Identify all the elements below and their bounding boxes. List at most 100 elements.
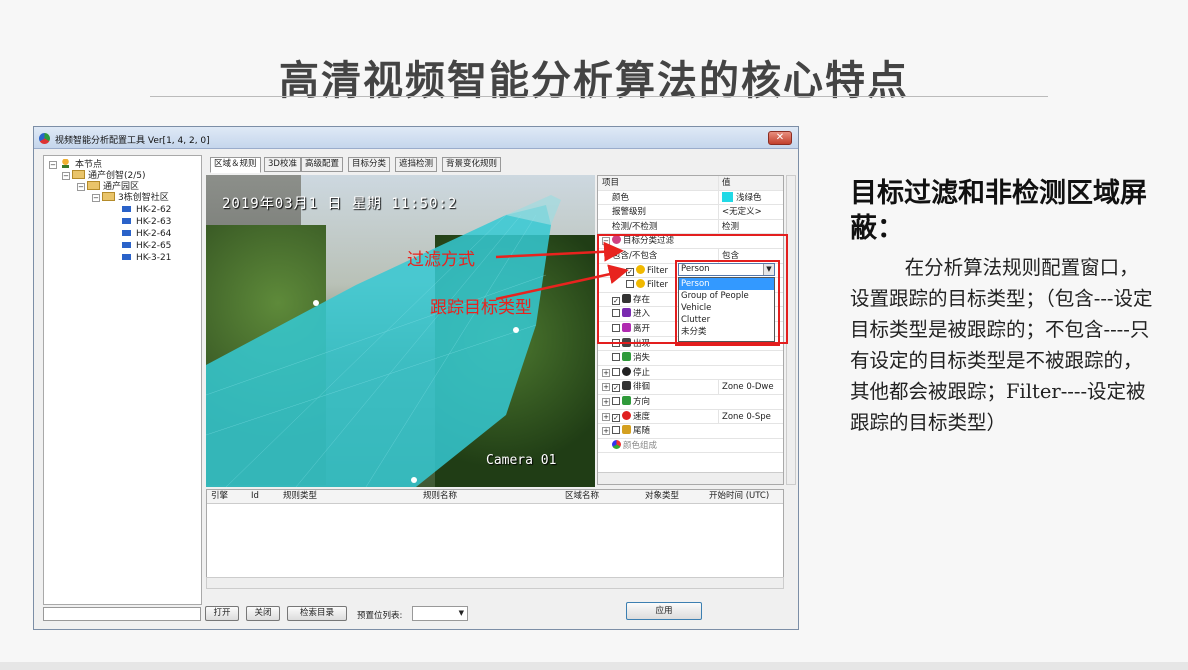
- prop-color[interactable]: 颜色 浅绿色: [598, 190, 783, 206]
- tab-3d-calibration[interactable]: 3D校准: [264, 157, 301, 172]
- collapse-icon[interactable]: −: [62, 172, 70, 180]
- checkbox-icon: [612, 353, 620, 362]
- osd-timestamp: 2019年03月1 日 星期 11:50:2: [222, 196, 458, 212]
- tree-node-community[interactable]: −3栋创智社区: [92, 192, 169, 204]
- preset-label: 预置位列表:: [357, 611, 403, 621]
- property-hscrollbar[interactable]: [598, 472, 783, 484]
- annotation-filter-mode: 过滤方式: [407, 250, 475, 270]
- detection-zone[interactable]: [206, 175, 595, 487]
- osd-camera-label: Camera 01: [486, 453, 557, 468]
- object-type-options[interactable]: Person Group of People Vehicle Clutter 未…: [678, 277, 775, 342]
- tab-zone-rules[interactable]: 区域＆规则: [210, 157, 261, 173]
- loiter-icon: [622, 381, 631, 391]
- expand-icon: +: [602, 398, 610, 406]
- checkbox-icon: [612, 367, 620, 376]
- checkbox-checked-icon: ✓: [612, 384, 620, 393]
- collapse-icon[interactable]: −: [49, 161, 57, 169]
- zone-handle: [411, 477, 417, 483]
- color-swatch: [722, 191, 733, 202]
- rule-loiter[interactable]: + ✓ 徘徊 Zone 0-Dwe: [598, 380, 783, 395]
- tree-node-camera[interactable]: HK-3-21: [120, 252, 171, 264]
- user-icon: [59, 159, 72, 168]
- rule-tailgate[interactable]: + 尾随: [598, 424, 783, 439]
- feature-body: 在分析算法规则配置窗口，设置跟踪的目标类型；（包含---设定目标类型是被跟踪的；…: [850, 256, 1153, 434]
- slide-title: 高清视频智能分析算法的核心特点: [279, 58, 909, 104]
- folder-icon: [102, 192, 115, 201]
- camera-icon: [120, 216, 133, 225]
- rule-speed[interactable]: + ✓ 速度 Zone 0-Spe: [598, 409, 783, 425]
- tree-node-camera[interactable]: HK-2-64: [120, 228, 171, 240]
- col-rule-name: 规则名称: [423, 491, 458, 501]
- path-input[interactable]: [43, 607, 201, 621]
- tailgate-icon: [622, 425, 631, 435]
- camera-icon: [120, 228, 133, 237]
- video-view[interactable]: 2019年03月1 日 星期 11:50:2 Camera 01: [206, 175, 595, 487]
- prop-alarm-level[interactable]: 报警级别 <无定义>: [598, 205, 783, 220]
- search-directory-button[interactable]: 检索目录: [287, 606, 347, 621]
- chevron-down-icon[interactable]: ▼: [763, 264, 774, 275]
- checkbox-icon: [612, 397, 620, 405]
- expand-icon: +: [602, 412, 610, 421]
- rule-direction[interactable]: + 方向: [598, 395, 783, 410]
- tab-advanced[interactable]: 高级配置: [301, 157, 344, 172]
- expand-icon: +: [602, 427, 610, 436]
- expand-icon: +: [602, 368, 610, 377]
- prop-header: 项目值: [598, 176, 783, 191]
- object-type-select[interactable]: Person ▼: [678, 263, 775, 276]
- collapse-icon[interactable]: −: [92, 194, 100, 202]
- camera-icon: [120, 240, 133, 249]
- annotation-track-type: 跟踪目标类型: [430, 298, 532, 318]
- col-start-time: 开始时间 (UTC): [709, 491, 770, 501]
- col-engine: 引擎: [211, 491, 229, 501]
- checkbox-icon: [612, 426, 620, 435]
- tree-node-camera[interactable]: HK-2-63: [120, 216, 171, 228]
- table-header: 引擎 Id 规则类型 规则名称 区域名称 对象类型 开始时间 (UTC): [207, 490, 783, 504]
- preset-select[interactable]: ▼: [412, 606, 468, 621]
- tree-node-camera[interactable]: HK-2-62: [120, 204, 171, 216]
- prop-detect[interactable]: 检测/不检测 检测: [598, 219, 783, 235]
- rule-color-composition[interactable]: 颜色组成: [598, 439, 783, 454]
- folder-icon: [87, 181, 100, 190]
- rule-vanish[interactable]: 消失: [598, 351, 783, 366]
- direction-icon: [622, 396, 631, 405]
- device-tree[interactable]: − 本节点 − 通产创智(2/5) − 通产园区 −3栋创智社区 HK-2-62 HK…: [43, 155, 202, 605]
- apply-button[interactable]: 应用: [626, 602, 702, 620]
- option-person[interactable]: Person: [679, 278, 774, 290]
- camera-icon: [120, 252, 133, 261]
- feature-description: 目标过滤和非检测区域屏蔽： 在分析算法规则配置窗口，设置跟踪的目标类型；（包含-…: [850, 176, 1155, 438]
- collapse-icon[interactable]: −: [77, 183, 85, 191]
- title-bar[interactable]: 视频智能分析配置工具 Ver[1, 4, 2, 0] ✕: [34, 127, 798, 149]
- app-icon: [39, 133, 50, 144]
- camera-icon: [120, 204, 133, 213]
- open-button[interactable]: 打开: [205, 606, 239, 621]
- tab-classification[interactable]: 目标分类: [348, 157, 391, 172]
- tree-node-camera[interactable]: HK-2-65: [120, 240, 171, 252]
- rules-table[interactable]: 引擎 Id 规则类型 规则名称 区域名称 对象类型 开始时间 (UTC): [206, 489, 784, 581]
- close-file-button[interactable]: 关闭: [246, 606, 280, 621]
- option-vehicle[interactable]: Vehicle: [679, 302, 774, 314]
- option-clutter[interactable]: Clutter: [679, 314, 774, 326]
- bottom-bar: [0, 662, 1188, 670]
- col-rule-type: 规则类型: [283, 491, 318, 501]
- tab-background-change[interactable]: 背景变化规则: [442, 157, 502, 172]
- col-id: Id: [251, 491, 259, 501]
- col-object-type: 对象类型: [645, 491, 680, 501]
- table-hscrollbar[interactable]: [206, 577, 784, 589]
- checkbox-checked-icon: ✓: [612, 413, 620, 422]
- close-button[interactable]: ✕: [768, 131, 792, 145]
- title-rule: [150, 96, 1048, 97]
- rule-stop[interactable]: + 停止: [598, 366, 783, 381]
- option-unclassified[interactable]: 未分类: [679, 326, 774, 338]
- speed-icon: [622, 410, 631, 420]
- zone-handle: [313, 300, 319, 306]
- feature-heading: 目标过滤和非检测区域屏蔽：: [850, 178, 1147, 244]
- col-zone-name: 区域名称: [565, 491, 600, 501]
- stop-icon: [622, 366, 631, 376]
- option-group[interactable]: Group of People: [679, 290, 774, 302]
- color-wheel-icon: [612, 439, 621, 449]
- window-title: 视频智能分析配置工具 Ver[1, 4, 2, 0]: [55, 136, 210, 146]
- tab-occlusion[interactable]: 遮挡检测: [395, 157, 438, 172]
- chevron-down-icon[interactable]: ▼: [459, 609, 464, 617]
- zone-handle: [513, 327, 519, 333]
- expand-icon: +: [602, 383, 610, 392]
